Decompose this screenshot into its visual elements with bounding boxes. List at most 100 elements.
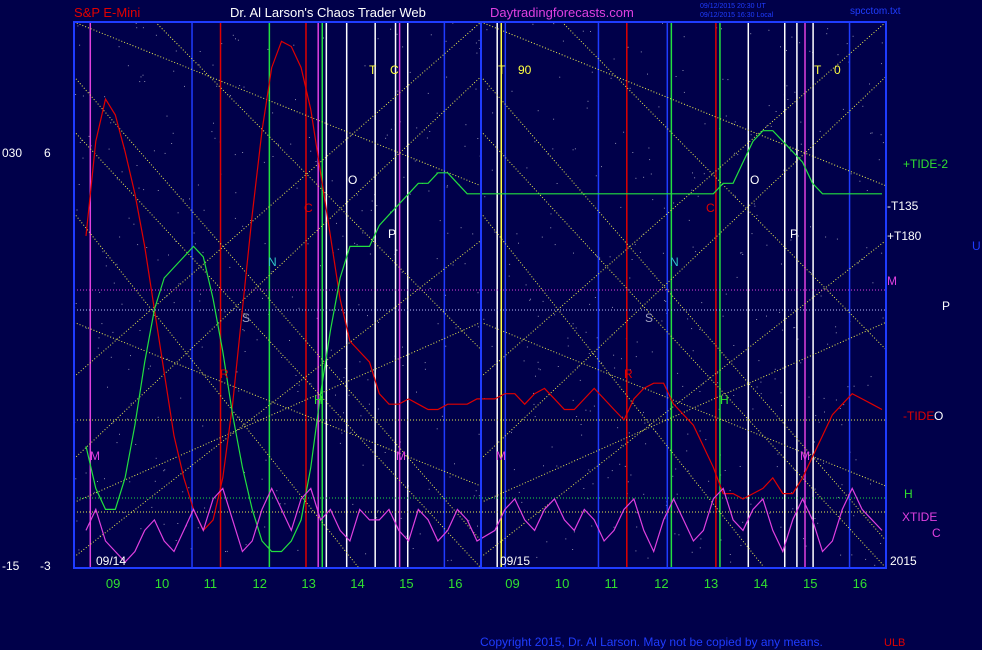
star-dot bbox=[242, 225, 244, 227]
star-dot bbox=[238, 416, 240, 418]
star-dot bbox=[577, 365, 579, 367]
star-dot bbox=[551, 446, 553, 448]
star-dot bbox=[478, 433, 480, 435]
star-dot bbox=[171, 143, 173, 144]
star-dot bbox=[450, 559, 452, 561]
star-dot bbox=[449, 476, 451, 478]
star-dot bbox=[139, 330, 141, 331]
star-dot bbox=[369, 253, 371, 255]
star-dot bbox=[180, 397, 182, 399]
star-dot bbox=[703, 173, 705, 175]
right-label: P bbox=[942, 299, 950, 313]
star-dot bbox=[538, 368, 540, 370]
star-dot bbox=[525, 284, 527, 286]
star-dot bbox=[229, 266, 231, 268]
star-dot bbox=[291, 296, 293, 298]
star-dot bbox=[859, 180, 861, 182]
star-dot bbox=[881, 63, 882, 65]
star-dot bbox=[777, 453, 779, 455]
star-dot bbox=[629, 277, 631, 279]
star-dot bbox=[843, 404, 845, 406]
star-dot bbox=[511, 90, 513, 92]
x-tick-label: 14 bbox=[350, 576, 364, 591]
x-tick-label: 13 bbox=[301, 576, 315, 591]
star-dot bbox=[567, 345, 569, 347]
star-dot bbox=[787, 99, 789, 100]
star-dot bbox=[239, 85, 241, 86]
star-dot bbox=[464, 145, 466, 147]
star-dot bbox=[766, 315, 767, 317]
star-dot bbox=[212, 64, 214, 66]
star-dot bbox=[573, 252, 574, 254]
star-dot bbox=[686, 450, 688, 452]
star-dot bbox=[175, 50, 177, 52]
chart-background bbox=[0, 0, 982, 650]
star-dot bbox=[523, 360, 525, 362]
star-dot bbox=[664, 300, 666, 301]
star-dot bbox=[652, 199, 654, 201]
star-dot bbox=[263, 161, 265, 163]
star-dot bbox=[722, 78, 724, 80]
star-dot bbox=[557, 366, 559, 367]
star-dot bbox=[289, 340, 290, 341]
star-dot bbox=[768, 29, 770, 31]
star-dot bbox=[820, 295, 822, 297]
right-label: -TIDE bbox=[903, 409, 934, 423]
star-dot bbox=[776, 466, 778, 468]
star-dot bbox=[477, 326, 479, 328]
star-dot bbox=[350, 432, 352, 433]
star-dot bbox=[428, 190, 430, 192]
star-dot bbox=[742, 254, 744, 255]
star-dot bbox=[370, 209, 372, 211]
star-dot bbox=[871, 132, 873, 134]
star-dot bbox=[758, 360, 760, 362]
star-dot bbox=[837, 496, 839, 498]
star-dot bbox=[330, 349, 332, 351]
star-dot bbox=[157, 190, 159, 191]
star-dot bbox=[386, 134, 388, 136]
star-dot bbox=[446, 185, 448, 187]
star-dot bbox=[635, 550, 637, 552]
star-dot bbox=[793, 469, 795, 471]
star-dot bbox=[197, 184, 199, 186]
star-dot bbox=[827, 343, 829, 345]
star-dot bbox=[734, 121, 736, 123]
star-dot bbox=[817, 522, 819, 524]
star-dot bbox=[336, 222, 337, 224]
star-dot bbox=[825, 236, 827, 238]
star-dot bbox=[203, 209, 205, 211]
site-name: Daytradingforecasts.com bbox=[490, 5, 634, 20]
star-dot bbox=[155, 34, 157, 36]
star-dot bbox=[491, 345, 493, 347]
star-dot bbox=[119, 236, 121, 238]
star-dot bbox=[487, 88, 489, 90]
star-dot bbox=[164, 152, 166, 154]
x-tick-label: 11 bbox=[605, 576, 619, 591]
star-dot bbox=[800, 362, 802, 364]
star-dot bbox=[823, 397, 825, 399]
star-dot bbox=[128, 368, 130, 370]
star-dot bbox=[221, 43, 223, 45]
star-dot bbox=[157, 259, 159, 261]
star-dot bbox=[649, 159, 651, 161]
star-dot bbox=[198, 64, 200, 66]
star-dot bbox=[112, 331, 114, 333]
star-dot bbox=[281, 357, 283, 358]
star-dot bbox=[589, 410, 591, 412]
star-dot bbox=[197, 527, 199, 529]
star-dot bbox=[721, 28, 722, 30]
star-dot bbox=[818, 421, 820, 423]
star-dot bbox=[683, 91, 685, 93]
star-dot bbox=[588, 469, 590, 471]
annotation-letter: M bbox=[800, 449, 810, 463]
star-dot bbox=[583, 488, 585, 489]
star-dot bbox=[609, 256, 611, 258]
star-dot bbox=[648, 147, 650, 149]
x-tick-label: 10 bbox=[155, 576, 169, 591]
star-dot bbox=[76, 520, 78, 522]
star-dot bbox=[774, 378, 776, 380]
star-dot bbox=[475, 42, 477, 44]
star-dot bbox=[791, 36, 793, 38]
star-dot bbox=[378, 322, 379, 323]
star-dot bbox=[699, 547, 701, 549]
